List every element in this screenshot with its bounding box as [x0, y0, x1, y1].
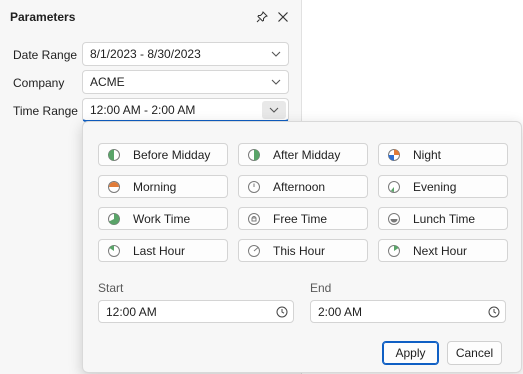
preset-label: Last Hour: [133, 243, 186, 258]
company-value: ACME: [90, 75, 125, 89]
preset-label: This Hour: [273, 243, 326, 258]
after-midday-icon: [247, 148, 261, 162]
time-range-popup: Before Midday After Midday Night Morning…: [82, 121, 522, 373]
preset-label: After Midday: [273, 147, 341, 162]
preset-free-time[interactable]: Free Time: [238, 207, 368, 230]
preset-lunch-time[interactable]: Lunch Time: [378, 207, 508, 230]
preset-next-hour[interactable]: Next Hour: [378, 239, 508, 262]
date-range-label: Date Range: [13, 48, 78, 62]
start-label: Start: [98, 281, 124, 295]
pin-icon[interactable]: [252, 7, 272, 27]
chevron-down-icon[interactable]: [264, 43, 288, 65]
chevron-down-icon[interactable]: [262, 100, 286, 119]
afternoon-icon: [247, 180, 261, 194]
preset-label: Evening: [413, 179, 457, 194]
preset-before-midday[interactable]: Before Midday: [98, 143, 228, 166]
preset-label: Free Time: [273, 211, 328, 226]
preset-label: Afternoon: [273, 179, 326, 194]
preset-label: Lunch Time: [413, 211, 476, 226]
start-time-value: 12:00 AM: [106, 304, 157, 319]
preset-this-hour[interactable]: This Hour: [238, 239, 368, 262]
preset-label: Next Hour: [413, 243, 468, 258]
start-time-input[interactable]: 12:00 AM: [98, 300, 294, 323]
preset-label: Before Midday: [133, 147, 211, 162]
lunch-time-icon: [387, 212, 401, 226]
next-hour-icon: [387, 244, 401, 258]
morning-icon: [107, 180, 121, 194]
preset-last-hour[interactable]: Last Hour: [98, 239, 228, 262]
preset-after-midday[interactable]: After Midday: [238, 143, 368, 166]
date-range-value: 8/1/2023 - 8/30/2023: [90, 47, 201, 61]
preset-label: Work Time: [133, 211, 191, 226]
time-range-value: 12:00 AM - 2:00 AM: [90, 102, 196, 117]
preset-morning[interactable]: Morning: [98, 175, 228, 198]
close-icon[interactable]: [273, 7, 293, 27]
cancel-button[interactable]: Cancel: [447, 341, 502, 365]
work-time-icon: [107, 212, 121, 226]
clock-icon[interactable]: [483, 306, 505, 318]
preset-afternoon[interactable]: Afternoon: [238, 175, 368, 198]
preset-work-time[interactable]: Work Time: [98, 207, 228, 230]
apply-button[interactable]: Apply: [382, 341, 439, 365]
preset-evening[interactable]: Evening: [378, 175, 508, 198]
this-hour-icon: [247, 244, 261, 258]
time-range-combo[interactable]: 12:00 AM - 2:00 AM: [82, 98, 289, 122]
end-time-input[interactable]: 2:00 AM: [310, 300, 506, 323]
time-range-label: Time Range: [13, 104, 78, 118]
date-range-combo[interactable]: 8/1/2023 - 8/30/2023: [82, 42, 289, 66]
free-time-icon: [247, 212, 261, 226]
preset-label: Night: [413, 147, 442, 162]
last-hour-icon: [107, 244, 121, 258]
end-time-value: 2:00 AM: [318, 304, 363, 319]
night-icon: [387, 148, 401, 162]
chevron-down-icon[interactable]: [264, 71, 288, 93]
clock-icon[interactable]: [271, 306, 293, 318]
evening-icon: [387, 180, 401, 194]
before-midday-icon: [107, 148, 121, 162]
preset-night[interactable]: Night: [378, 143, 508, 166]
company-label: Company: [13, 76, 65, 90]
end-label: End: [310, 281, 332, 295]
panel-title: Parameters: [10, 10, 76, 24]
company-combo[interactable]: ACME: [82, 70, 289, 94]
preset-label: Morning: [133, 179, 177, 194]
